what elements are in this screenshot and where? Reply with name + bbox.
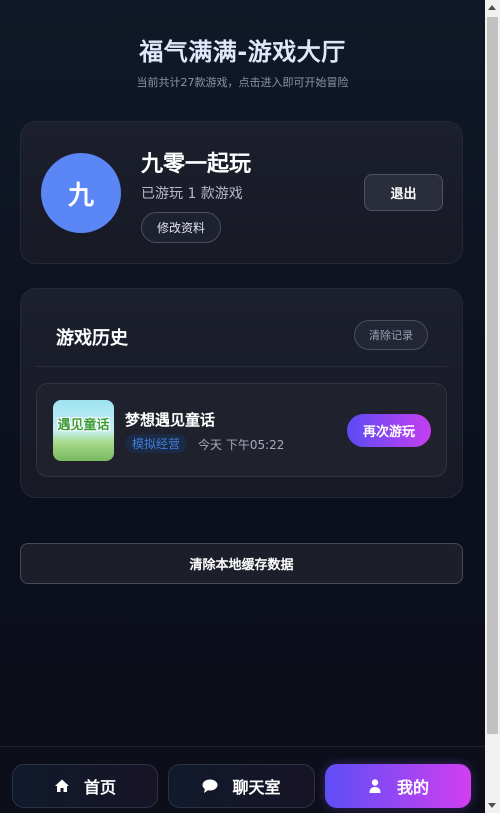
nav-chat-label: 聊天室 — [232, 778, 281, 797]
nav-home-label: 首页 — [83, 778, 116, 797]
profile-card: 九 九零一起玩 已游玩 1 款游戏 修改资料 退出 — [20, 121, 463, 264]
clear-cache-button[interactable]: 清除本地缓存数据 — [20, 543, 463, 584]
nav-chat-button[interactable]: 聊天室 — [168, 764, 315, 808]
bottom-nav: 首页 聊天室 我的 — [0, 746, 485, 813]
history-list-item[interactable]: 遇见童话 梦想遇见童话 模拟经营 今天 下午05:22 再次游玩 — [36, 383, 447, 477]
page-title: 福气满满-游戏大厅 — [139, 38, 346, 66]
scroll-down-arrow-icon[interactable] — [488, 803, 496, 808]
username: 九零一起玩 — [141, 152, 252, 177]
game-thumbnail-text: 遇见童话 — [57, 418, 110, 433]
divider — [36, 366, 447, 367]
logout-button[interactable]: 退出 — [364, 174, 443, 211]
game-category-badge: 模拟经营 — [125, 434, 188, 453]
scroll-up-arrow-icon[interactable] — [488, 5, 496, 10]
scrollbar-thumb[interactable] — [487, 17, 498, 734]
game-name: 梦想遇见童话 — [125, 411, 216, 429]
scrollbar[interactable] — [485, 0, 500, 813]
chat-bubble-icon — [202, 778, 218, 794]
nav-home-button[interactable]: 首页 — [12, 764, 158, 808]
played-count-text: 已游玩 1 款游戏 — [141, 186, 243, 202]
last-played-time: 今天 下午05:22 — [198, 438, 285, 452]
history-title: 游戏历史 — [56, 328, 128, 349]
replay-button[interactable]: 再次游玩 — [347, 414, 431, 447]
nav-mine-label: 我的 — [396, 778, 429, 797]
game-history-card: 游戏历史 清除记录 遇见童话 梦想遇见童话 模拟经营 今天 下午05:22 再次… — [20, 288, 463, 498]
user-icon — [367, 778, 383, 794]
nav-mine-button[interactable]: 我的 — [325, 764, 471, 808]
clear-history-button[interactable]: 清除记录 — [354, 320, 428, 350]
page: 福气满满-游戏大厅 当前共计27款游戏，点击进入即可开始冒险 九 九零一起玩 已… — [0, 0, 485, 813]
avatar: 九 — [41, 153, 121, 233]
home-icon — [54, 778, 70, 794]
game-thumbnail[interactable]: 遇见童话 — [53, 400, 114, 461]
page-subtitle: 当前共计27款游戏，点击进入即可开始冒险 — [136, 76, 349, 89]
edit-profile-button[interactable]: 修改资料 — [141, 212, 222, 243]
